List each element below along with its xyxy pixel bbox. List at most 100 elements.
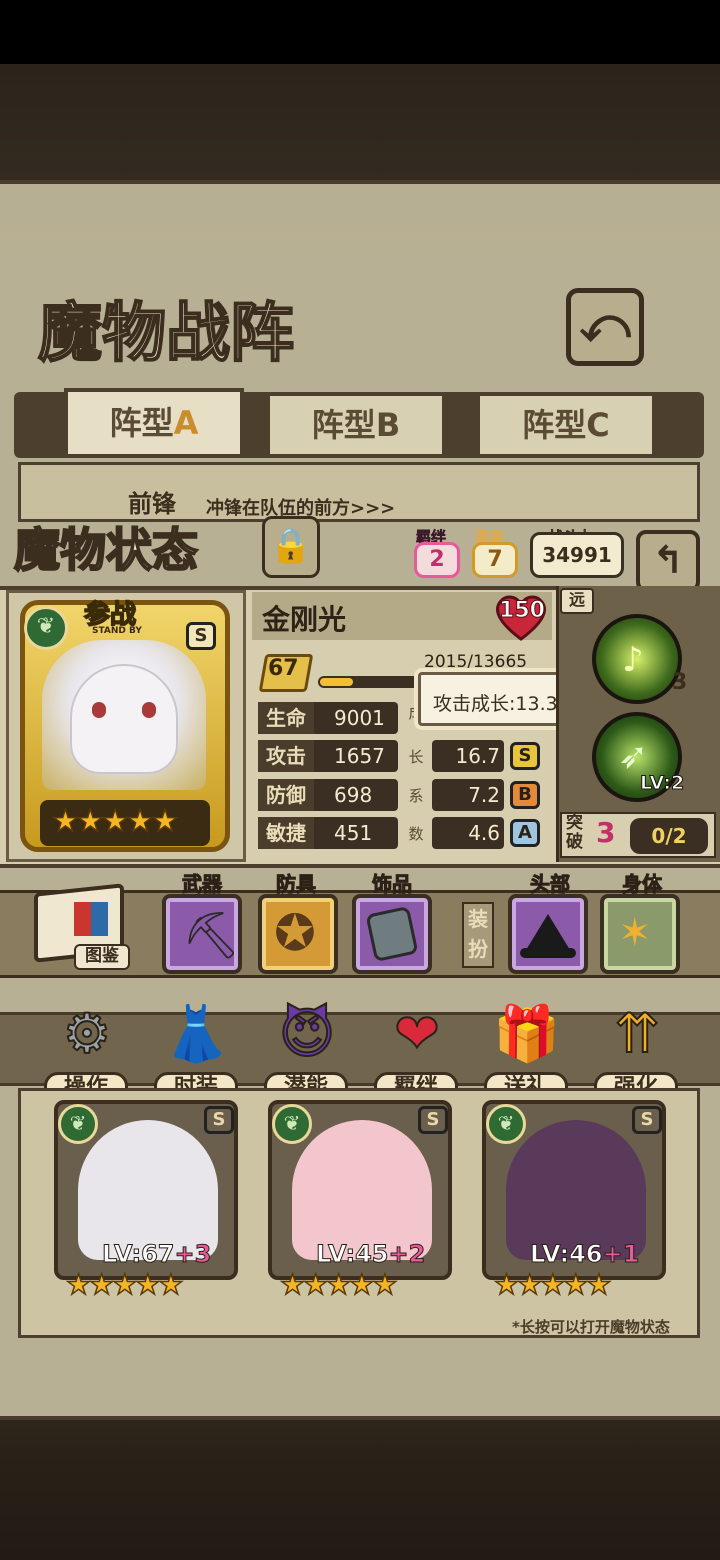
armor-label: 防具	[276, 872, 317, 897]
portrait-eye	[92, 702, 106, 718]
upgrade-arrows-icon: ⇈	[613, 1001, 660, 1066]
return-arrow-icon: ↰	[652, 538, 684, 582]
stat-label: 生命	[258, 702, 314, 734]
roster-portrait	[292, 1120, 432, 1260]
tab-letter: A	[173, 404, 199, 442]
footer-hint: *长按可以打开魔物状态	[512, 1318, 670, 1336]
accessory-label: 饰品	[372, 872, 413, 897]
grade-badge: S	[510, 742, 540, 770]
back-button[interactable]: ⤺	[566, 288, 644, 366]
roster-level-value: LV:67	[101, 1240, 175, 1269]
page-title: 魔物战阵	[37, 295, 295, 372]
skill-slot-1[interactable]: ♪	[592, 614, 682, 704]
body-slot[interactable]: ✶	[600, 894, 680, 974]
breakthrough-progress: 0/2	[630, 818, 708, 854]
roster-level-value: LV:46	[529, 1240, 603, 1269]
status-bar	[0, 0, 720, 64]
roster-level-plus: +2	[388, 1240, 426, 1269]
roster-level: LV:46+1	[529, 1240, 639, 1269]
dress-label: 装扮	[462, 902, 494, 968]
roster-stars: ★★★★★	[493, 1267, 612, 1302]
compass-shield-icon: ✪	[274, 904, 316, 962]
skill-1-level: 3	[672, 670, 688, 695]
growth-value: 7.2	[432, 779, 504, 811]
roster-card[interactable]: ❦ S LV:45+2	[268, 1100, 452, 1280]
stone-tablet-icon	[365, 905, 419, 963]
harp-skill-icon: ♪	[622, 640, 644, 680]
stat-value: 9001	[334, 706, 385, 730]
roster-card[interactable]: ❦ S LV:46+1	[482, 1100, 666, 1280]
roster-level: LV:45+2	[315, 1240, 426, 1269]
pickaxe-icon: ⛏	[182, 908, 241, 962]
tab-formation-a[interactable]: 阵型A	[64, 388, 244, 458]
stat-label: 敏捷	[258, 817, 314, 849]
tab-label: 阵型	[311, 406, 376, 444]
tab-formation-b[interactable]: 阵型B	[266, 392, 446, 458]
potential-value: 7	[472, 542, 518, 578]
codex-button[interactable]: 图鉴	[30, 880, 130, 970]
roster-portrait	[506, 1120, 646, 1260]
skill-2-level: LV:2	[639, 772, 685, 795]
breakthrough-label: 突破	[566, 813, 583, 852]
grade-badge: B	[510, 781, 540, 809]
stat-label: 攻击	[258, 740, 314, 772]
roster-level: LV:67+3	[101, 1240, 211, 1269]
growth-value: 16.7	[432, 740, 504, 772]
demon-icon: 😈	[278, 1001, 336, 1066]
rank-badge: S	[204, 1106, 234, 1134]
stat-row-hp: 生命 9001	[258, 702, 398, 734]
lock-button[interactable]: 🔒	[262, 516, 320, 578]
card-badge-sub: STAND BY	[92, 626, 142, 636]
portrait-hair	[70, 664, 178, 774]
element-leaf-icon: ❦	[272, 1104, 312, 1144]
tab-label: 阵型	[522, 406, 587, 444]
stat-row: 攻击 1657	[258, 740, 398, 772]
growth-char: 系	[408, 787, 424, 805]
element-leaf-icon: ❦	[486, 1104, 526, 1144]
game-screen: 魔物战阵 ⤺ 阵型A 阵型B 阵型C 前锋 冲锋在队伍的前方>>> 魔物状态 🔒…	[0, 0, 720, 1560]
monster-name: 金刚光	[262, 603, 347, 636]
hearts-icon: ❤	[393, 1001, 440, 1066]
accessory-slot[interactable]	[352, 894, 432, 974]
body-label: 身体	[622, 872, 663, 897]
roster-portrait	[78, 1120, 218, 1260]
growth-char: 长	[408, 748, 424, 766]
element-leaf-icon: ❦	[24, 606, 68, 650]
tab-letter: B	[375, 406, 401, 444]
lock-icon: 🔒	[269, 526, 313, 566]
head-label: 头部	[530, 872, 571, 897]
stat-row: 防御 698	[258, 779, 398, 811]
witch-hat-brim	[520, 948, 576, 958]
panel-title: 魔物状态	[13, 522, 199, 578]
exp-text: 2015/13665	[424, 652, 528, 672]
gift-icon: 🎁	[492, 1001, 561, 1066]
growth-char: 数	[408, 825, 424, 843]
stars-outfit-icon: ✶	[618, 910, 652, 956]
weapon-label: 武器	[182, 872, 223, 897]
rank-badge: S	[418, 1106, 448, 1134]
witch-hat-icon	[526, 914, 570, 950]
head-slot[interactable]	[508, 894, 588, 974]
stat-value: 698	[334, 783, 373, 807]
portrait-eye	[142, 702, 156, 718]
exp-bar-fill	[320, 678, 354, 686]
tab-label: 阵型	[109, 404, 174, 442]
breakthrough-value: 3	[596, 816, 616, 849]
collapse-button[interactable]: ↰	[636, 530, 700, 592]
roster-card[interactable]: ❦ S LV:67+3	[54, 1100, 238, 1280]
gear-icon: ⚙	[62, 1001, 112, 1066]
roster-stars: ★★★★★	[279, 1267, 398, 1302]
book-page-art	[74, 902, 108, 936]
weapon-slot[interactable]: ⛏	[162, 894, 242, 974]
grade-badge: A	[510, 819, 540, 847]
star-rating: ★★★★★	[51, 803, 179, 840]
stat-row: 敏捷 451	[258, 817, 398, 849]
bond-value: 2	[414, 542, 460, 578]
tab-formation-c[interactable]: 阵型C	[476, 392, 656, 458]
stat-value: 1657	[334, 744, 385, 768]
stat-value: 451	[334, 821, 373, 845]
range-tag: 远	[560, 588, 594, 614]
roster-level-value: LV:45	[315, 1240, 389, 1269]
outfit-icon: 👗	[162, 1001, 231, 1066]
armor-slot[interactable]: ✪	[258, 894, 338, 974]
